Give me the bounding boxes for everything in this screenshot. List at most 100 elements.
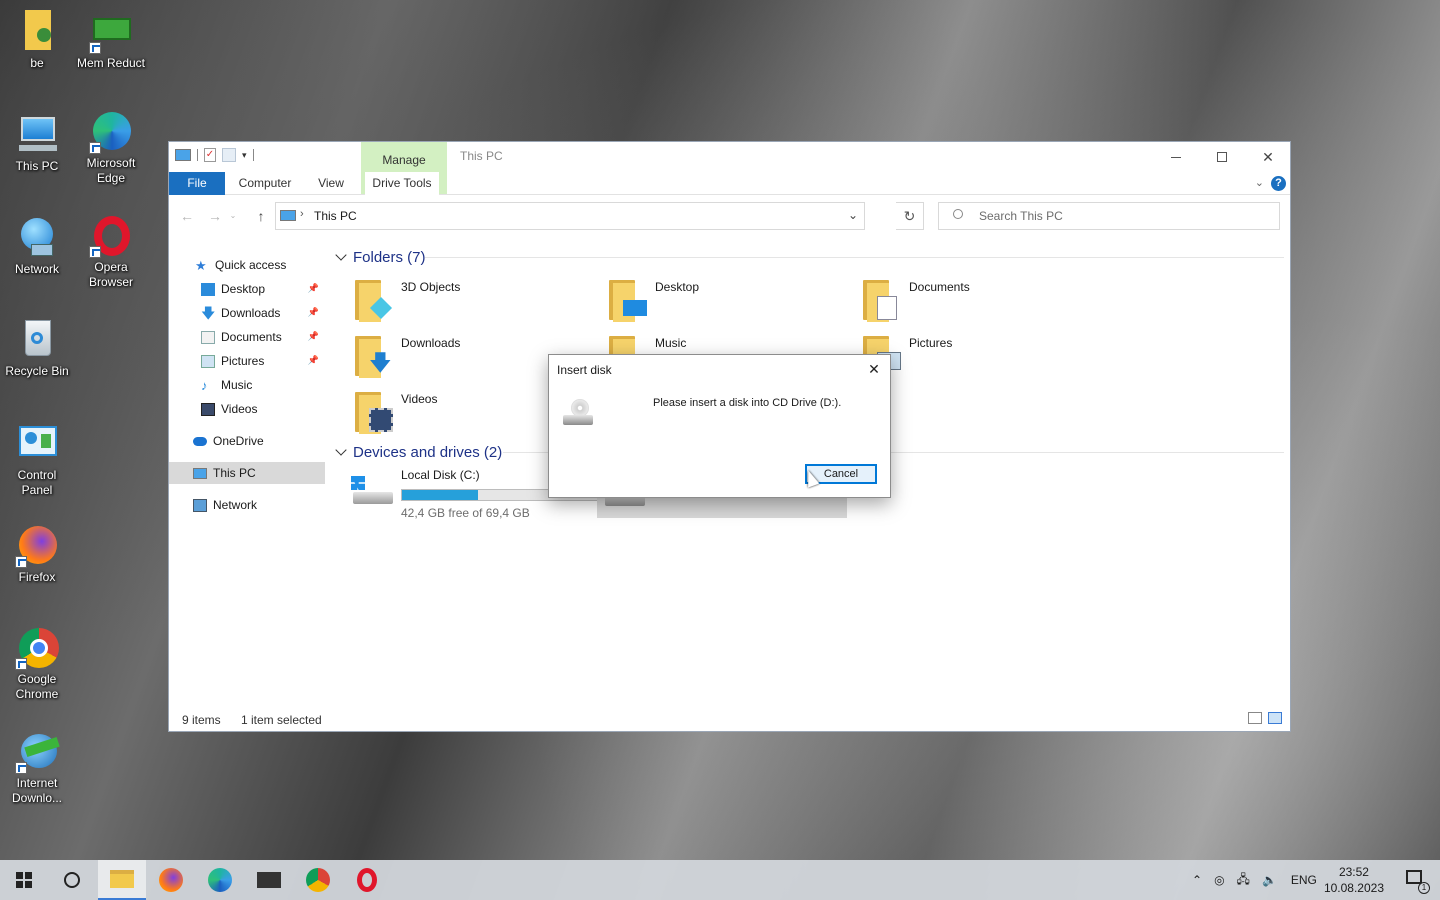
- folder-name: 3D Objects: [401, 280, 461, 294]
- desktop-icon-label: Firefox: [18, 570, 56, 584]
- close-icon: ✕: [1262, 148, 1274, 165]
- 3d-objects-folder-icon: [355, 280, 395, 324]
- tab-drive-tools[interactable]: Drive Tools: [365, 172, 439, 195]
- address-bar[interactable]: › This PC ⌄: [275, 202, 865, 230]
- language-indicator[interactable]: ENG: [1291, 873, 1317, 887]
- start-button[interactable]: [0, 860, 48, 900]
- minimize-button[interactable]: [1154, 144, 1198, 170]
- large-icons-view-icon[interactable]: [1268, 712, 1282, 724]
- sidebar-item-label: Music: [221, 378, 253, 392]
- group-header-label: Folders (7): [353, 248, 426, 266]
- desktop-icon-edge[interactable]: Microsoft Edge: [74, 110, 148, 186]
- details-view-icon[interactable]: [1248, 712, 1262, 724]
- chrome-icon: [15, 626, 59, 670]
- properties-icon[interactable]: ✓: [204, 148, 216, 162]
- sidebar-item-desktop[interactable]: Desktop 📌: [169, 278, 325, 300]
- sidebar-item-label: Desktop: [221, 282, 266, 296]
- folder-3d-objects[interactable]: 3D Objects: [355, 278, 605, 328]
- help-icon[interactable]: ?: [1271, 176, 1286, 191]
- desktop-icon-label: Microsoft Edge: [86, 156, 136, 185]
- pin-icon[interactable]: 📌: [308, 307, 319, 318]
- taskbar-firefox[interactable]: [147, 860, 195, 900]
- customize-toolbar-chevron-icon[interactable]: ▾: [242, 150, 247, 161]
- up-button[interactable]: ↑: [251, 206, 271, 226]
- new-folder-icon[interactable]: [222, 148, 236, 162]
- desktop-icon-firefox[interactable]: Firefox: [0, 524, 74, 585]
- sidebar-item-pictures[interactable]: Pictures 📌: [169, 350, 325, 372]
- sidebar-item-this-pc[interactable]: This PC: [169, 462, 325, 484]
- folder-documents[interactable]: Documents: [863, 278, 1113, 328]
- windows-logo-icon: [16, 872, 32, 888]
- notification-icon: [1406, 870, 1422, 884]
- webcam-icon[interactable]: ◎: [1214, 873, 1224, 887]
- sidebar-item-label: Videos: [221, 402, 258, 416]
- search-input[interactable]: Search This PC: [938, 202, 1280, 230]
- expand-ribbon-chevron-icon[interactable]: ⌄: [1255, 176, 1264, 189]
- dialog-close-button[interactable]: ✕: [864, 359, 884, 379]
- sidebar-item-quick-access[interactable]: ★ Quick access: [169, 254, 325, 276]
- computer-icon: [193, 467, 207, 479]
- show-hidden-icons-chevron-icon[interactable]: ⌃: [1192, 873, 1202, 887]
- recycle-bin-icon: [15, 318, 59, 362]
- tab-view[interactable]: View: [309, 172, 353, 195]
- sidebar-item-label: This PC: [213, 466, 256, 480]
- sidebar-item-music[interactable]: ♪ Music: [169, 374, 325, 396]
- insert-disk-dialog: Insert disk ✕ Please insert a disk into …: [548, 354, 891, 498]
- sidebar-item-documents[interactable]: Documents 📌: [169, 326, 325, 348]
- taskbar-edge[interactable]: [196, 860, 244, 900]
- folder-desktop[interactable]: Desktop: [609, 278, 859, 328]
- back-button[interactable]: ←: [177, 206, 197, 226]
- desktop-icon-chrome[interactable]: Google Chrome: [0, 626, 74, 702]
- address-text: This PC: [314, 209, 357, 223]
- clock[interactable]: 23:52 10.08.2023: [1324, 864, 1384, 896]
- sidebar-item-onedrive[interactable]: OneDrive: [169, 430, 325, 452]
- taskbar-file-explorer[interactable]: [98, 860, 146, 900]
- close-button[interactable]: ✕: [1246, 144, 1290, 170]
- network-status-icon[interactable]: 🖧: [1237, 870, 1250, 891]
- folder-name: Downloads: [401, 336, 461, 350]
- maximize-button[interactable]: [1200, 144, 1244, 170]
- clock-time: 23:52: [1338, 865, 1369, 879]
- address-dropdown-chevron-icon[interactable]: ⌄: [848, 208, 858, 222]
- desktop-icon-this-pc[interactable]: This PC: [0, 113, 74, 174]
- desktop-icon-internet-download-manager[interactable]: Internet Downlo...: [0, 730, 74, 806]
- folder-pictures[interactable]: Pictures: [863, 334, 1113, 384]
- memory-chip-icon: [89, 10, 133, 54]
- action-center-button[interactable]: 1: [1406, 870, 1430, 894]
- sidebar-item-downloads[interactable]: 🡇 Downloads 📌: [169, 302, 325, 324]
- folders-group-header[interactable]: Folders (7): [333, 246, 426, 268]
- taskbar-chrome[interactable]: [294, 860, 342, 900]
- forward-button[interactable]: →: [205, 206, 225, 226]
- desktop-icon-recycle-bin[interactable]: Recycle Bin: [0, 318, 74, 379]
- maximize-icon: [1217, 152, 1227, 162]
- pin-icon[interactable]: 📌: [308, 355, 319, 366]
- download-manager-icon: [15, 730, 60, 774]
- documents-folder-icon: [863, 280, 903, 324]
- desktop-icon-mem-reduct[interactable]: Mem Reduct: [74, 10, 148, 71]
- mail-icon: [257, 872, 281, 888]
- opera-icon: [357, 868, 377, 892]
- search-icon: [953, 209, 963, 219]
- folder-name: Videos: [401, 392, 438, 406]
- pin-icon[interactable]: 📌: [308, 283, 319, 294]
- desktop-icon-control-panel[interactable]: Control Panel: [0, 422, 74, 498]
- quick-access-toolbar: ✓ ▾: [175, 148, 254, 162]
- taskbar-opera[interactable]: [343, 860, 391, 900]
- tab-file[interactable]: File: [169, 172, 225, 195]
- recent-locations-chevron-icon[interactable]: ⌄: [227, 206, 239, 226]
- search-button[interactable]: [48, 860, 96, 900]
- sidebar-item-label: Documents: [221, 330, 282, 344]
- sidebar-item-videos[interactable]: Videos: [169, 398, 325, 420]
- taskbar-mail[interactable]: [245, 860, 293, 900]
- sidebar-item-label: OneDrive: [213, 434, 264, 448]
- tab-computer[interactable]: Computer: [231, 172, 299, 195]
- desktop-icon-user-folder[interactable]: be: [0, 10, 74, 71]
- refresh-button[interactable]: ↻: [896, 202, 924, 230]
- pin-icon[interactable]: 📌: [308, 331, 319, 342]
- sidebar-item-network[interactable]: Network: [169, 494, 325, 516]
- volume-muted-icon[interactable]: 🔈: [1262, 873, 1277, 887]
- drives-group-header[interactable]: Devices and drives (2): [333, 441, 502, 463]
- opera-icon: [89, 214, 133, 258]
- desktop-icon-network[interactable]: Network: [0, 216, 74, 277]
- desktop-icon-opera[interactable]: Opera Browser: [74, 214, 148, 290]
